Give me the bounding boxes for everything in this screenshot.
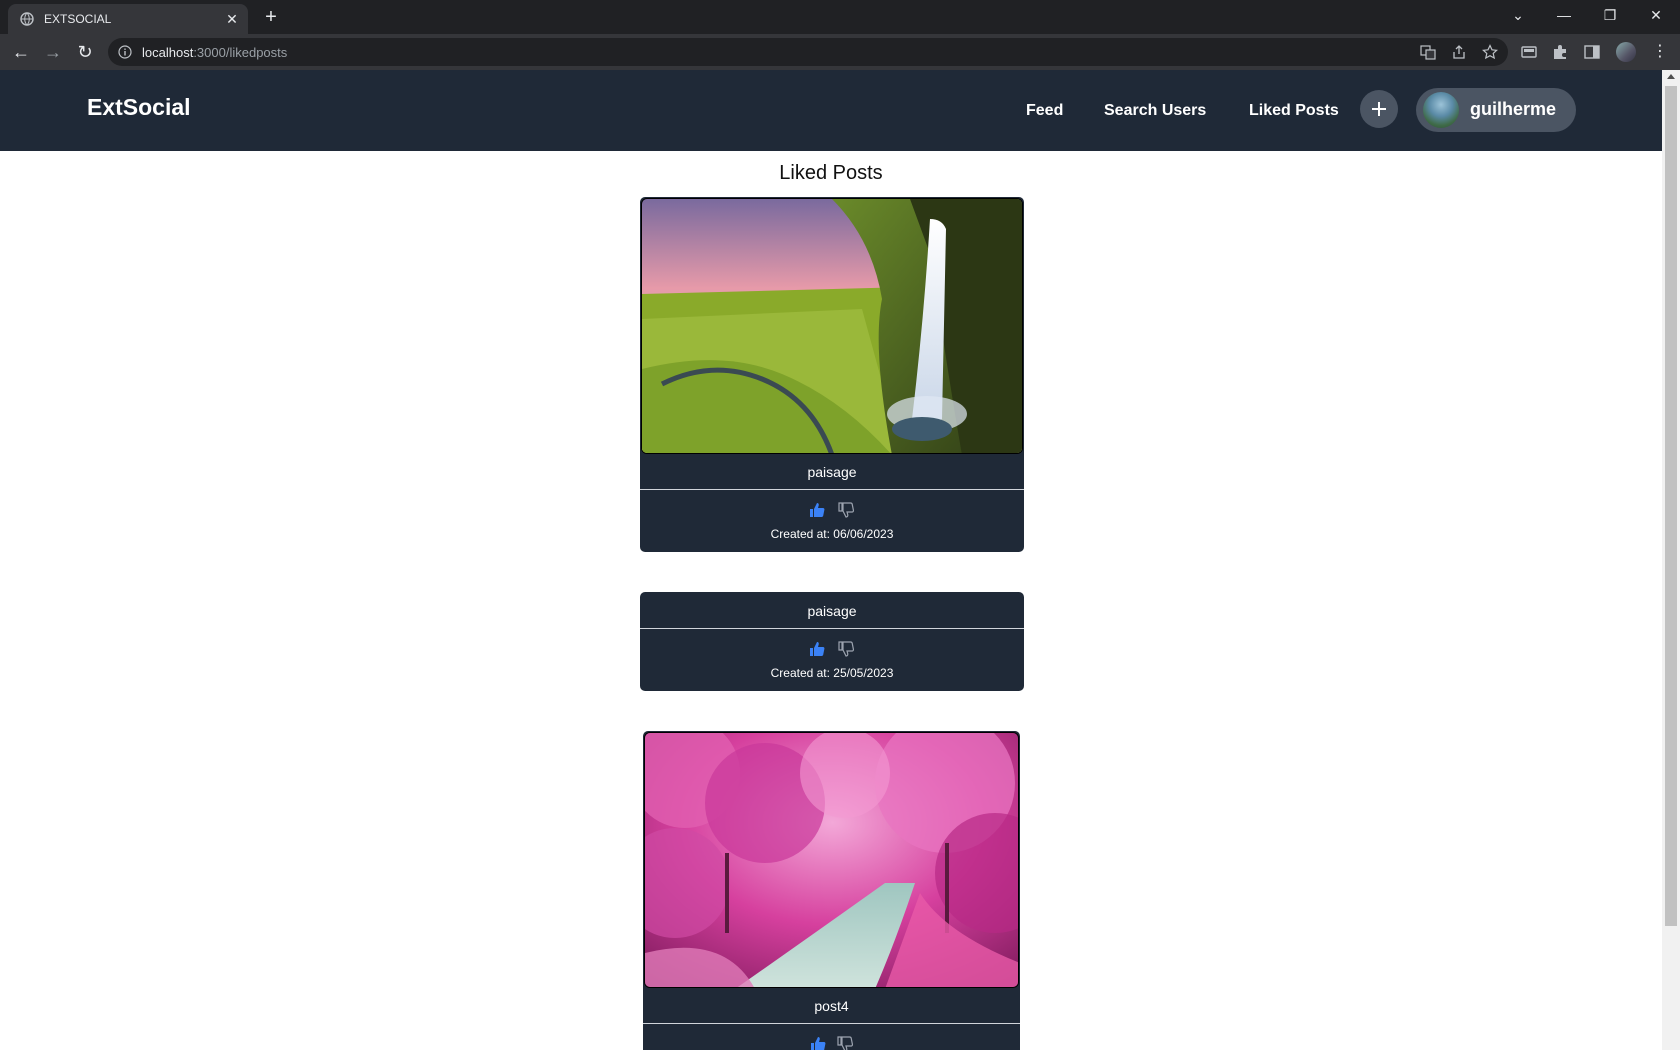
post-title: paisage xyxy=(807,603,857,619)
user-name: guilherme xyxy=(1470,99,1557,119)
browser-tab[interactable]: EXTSOCIAL ✕ xyxy=(8,4,248,34)
thumbs-down-icon[interactable] xyxy=(836,1035,854,1050)
pink-forest-path-image xyxy=(645,733,1018,987)
tab-title: EXTSOCIAL xyxy=(44,12,112,26)
browser-tabbar: EXTSOCIAL ✕ + ⌄ — ❐ ✕ xyxy=(0,0,1680,34)
back-icon[interactable]: ← xyxy=(10,41,32,63)
app-navbar: ExtSocial Feed Search Users Liked Posts … xyxy=(0,70,1662,151)
thumbs-down-icon[interactable] xyxy=(837,501,855,519)
created-date: Created at: 06/06/2023 xyxy=(770,527,894,541)
globe-icon xyxy=(20,12,34,26)
thumbs-down-icon[interactable] xyxy=(837,640,855,658)
side-panel-icon[interactable] xyxy=(1583,43,1601,61)
browser-menu-icon[interactable]: ⋮ xyxy=(1652,42,1668,62)
tab-search-icon[interactable]: ⌄ xyxy=(1496,0,1540,30)
plus-icon xyxy=(1372,102,1386,116)
close-window-button[interactable]: ✕ xyxy=(1634,0,1678,30)
post-title: post4 xyxy=(814,998,849,1014)
tab-close-icon[interactable]: ✕ xyxy=(224,11,240,27)
thumbs-up-icon[interactable] xyxy=(809,1035,827,1050)
vote-row xyxy=(640,640,1024,660)
forward-icon[interactable]: → xyxy=(42,41,64,63)
waterfall-landscape-image xyxy=(642,199,1022,453)
post-card: paisage Created at: 25/05/2023 xyxy=(640,592,1024,691)
post-card: post4 xyxy=(643,731,1020,1050)
browser-profile-avatar[interactable] xyxy=(1616,42,1636,62)
nav-search-users-link[interactable]: Search Users xyxy=(1104,102,1206,120)
thumbs-up-icon[interactable] xyxy=(808,501,826,519)
create-post-button[interactable] xyxy=(1360,90,1398,128)
thumbs-up-icon[interactable] xyxy=(808,640,826,658)
share-icon[interactable] xyxy=(1451,44,1467,60)
new-tab-button[interactable]: + xyxy=(260,6,282,28)
post-image-pink-forest[interactable] xyxy=(644,732,1019,988)
post-card: paisage Created at: 06/06/2023 xyxy=(640,197,1024,552)
card-divider xyxy=(640,628,1024,629)
nav-feed-link[interactable]: Feed xyxy=(1026,102,1063,120)
restore-button[interactable]: ❐ xyxy=(1588,0,1632,30)
post-title: paisage xyxy=(807,464,857,480)
url-text[interactable]: localhost:3000/likedposts xyxy=(142,45,287,60)
user-profile-chip[interactable]: guilherme xyxy=(1416,88,1576,132)
brand-logo[interactable]: ExtSocial xyxy=(87,94,191,121)
avatar xyxy=(1423,92,1459,128)
page-viewport: ExtSocial Feed Search Users Liked Posts … xyxy=(0,70,1662,1050)
nav-liked-posts-link[interactable]: Liked Posts xyxy=(1249,102,1339,120)
bookmark-star-icon[interactable] xyxy=(1482,44,1498,60)
vote-row xyxy=(643,1035,1020,1050)
info-icon[interactable] xyxy=(118,45,132,59)
card-divider xyxy=(643,1023,1020,1024)
scroll-up-arrow-icon[interactable] xyxy=(1667,74,1675,79)
scroll-thumb[interactable] xyxy=(1665,86,1677,926)
extensions-puzzle-icon[interactable] xyxy=(1551,43,1569,61)
post-image-waterfall[interactable] xyxy=(641,198,1023,454)
reload-icon[interactable]: ↻ xyxy=(74,41,96,63)
vote-row xyxy=(640,501,1024,521)
cast-icon[interactable] xyxy=(1520,43,1538,61)
minimize-button[interactable]: — xyxy=(1542,0,1586,30)
page-scrollbar[interactable] xyxy=(1662,70,1680,1050)
created-date: Created at: 25/05/2023 xyxy=(770,666,894,680)
translate-icon[interactable] xyxy=(1420,44,1436,60)
address-bar[interactable]: localhost:3000/likedposts xyxy=(108,38,1508,66)
page-title: Liked Posts xyxy=(779,162,883,184)
card-divider xyxy=(640,489,1024,490)
browser-toolbar: ← → ↻ localhost:3000/likedposts ⋮ xyxy=(0,34,1680,70)
